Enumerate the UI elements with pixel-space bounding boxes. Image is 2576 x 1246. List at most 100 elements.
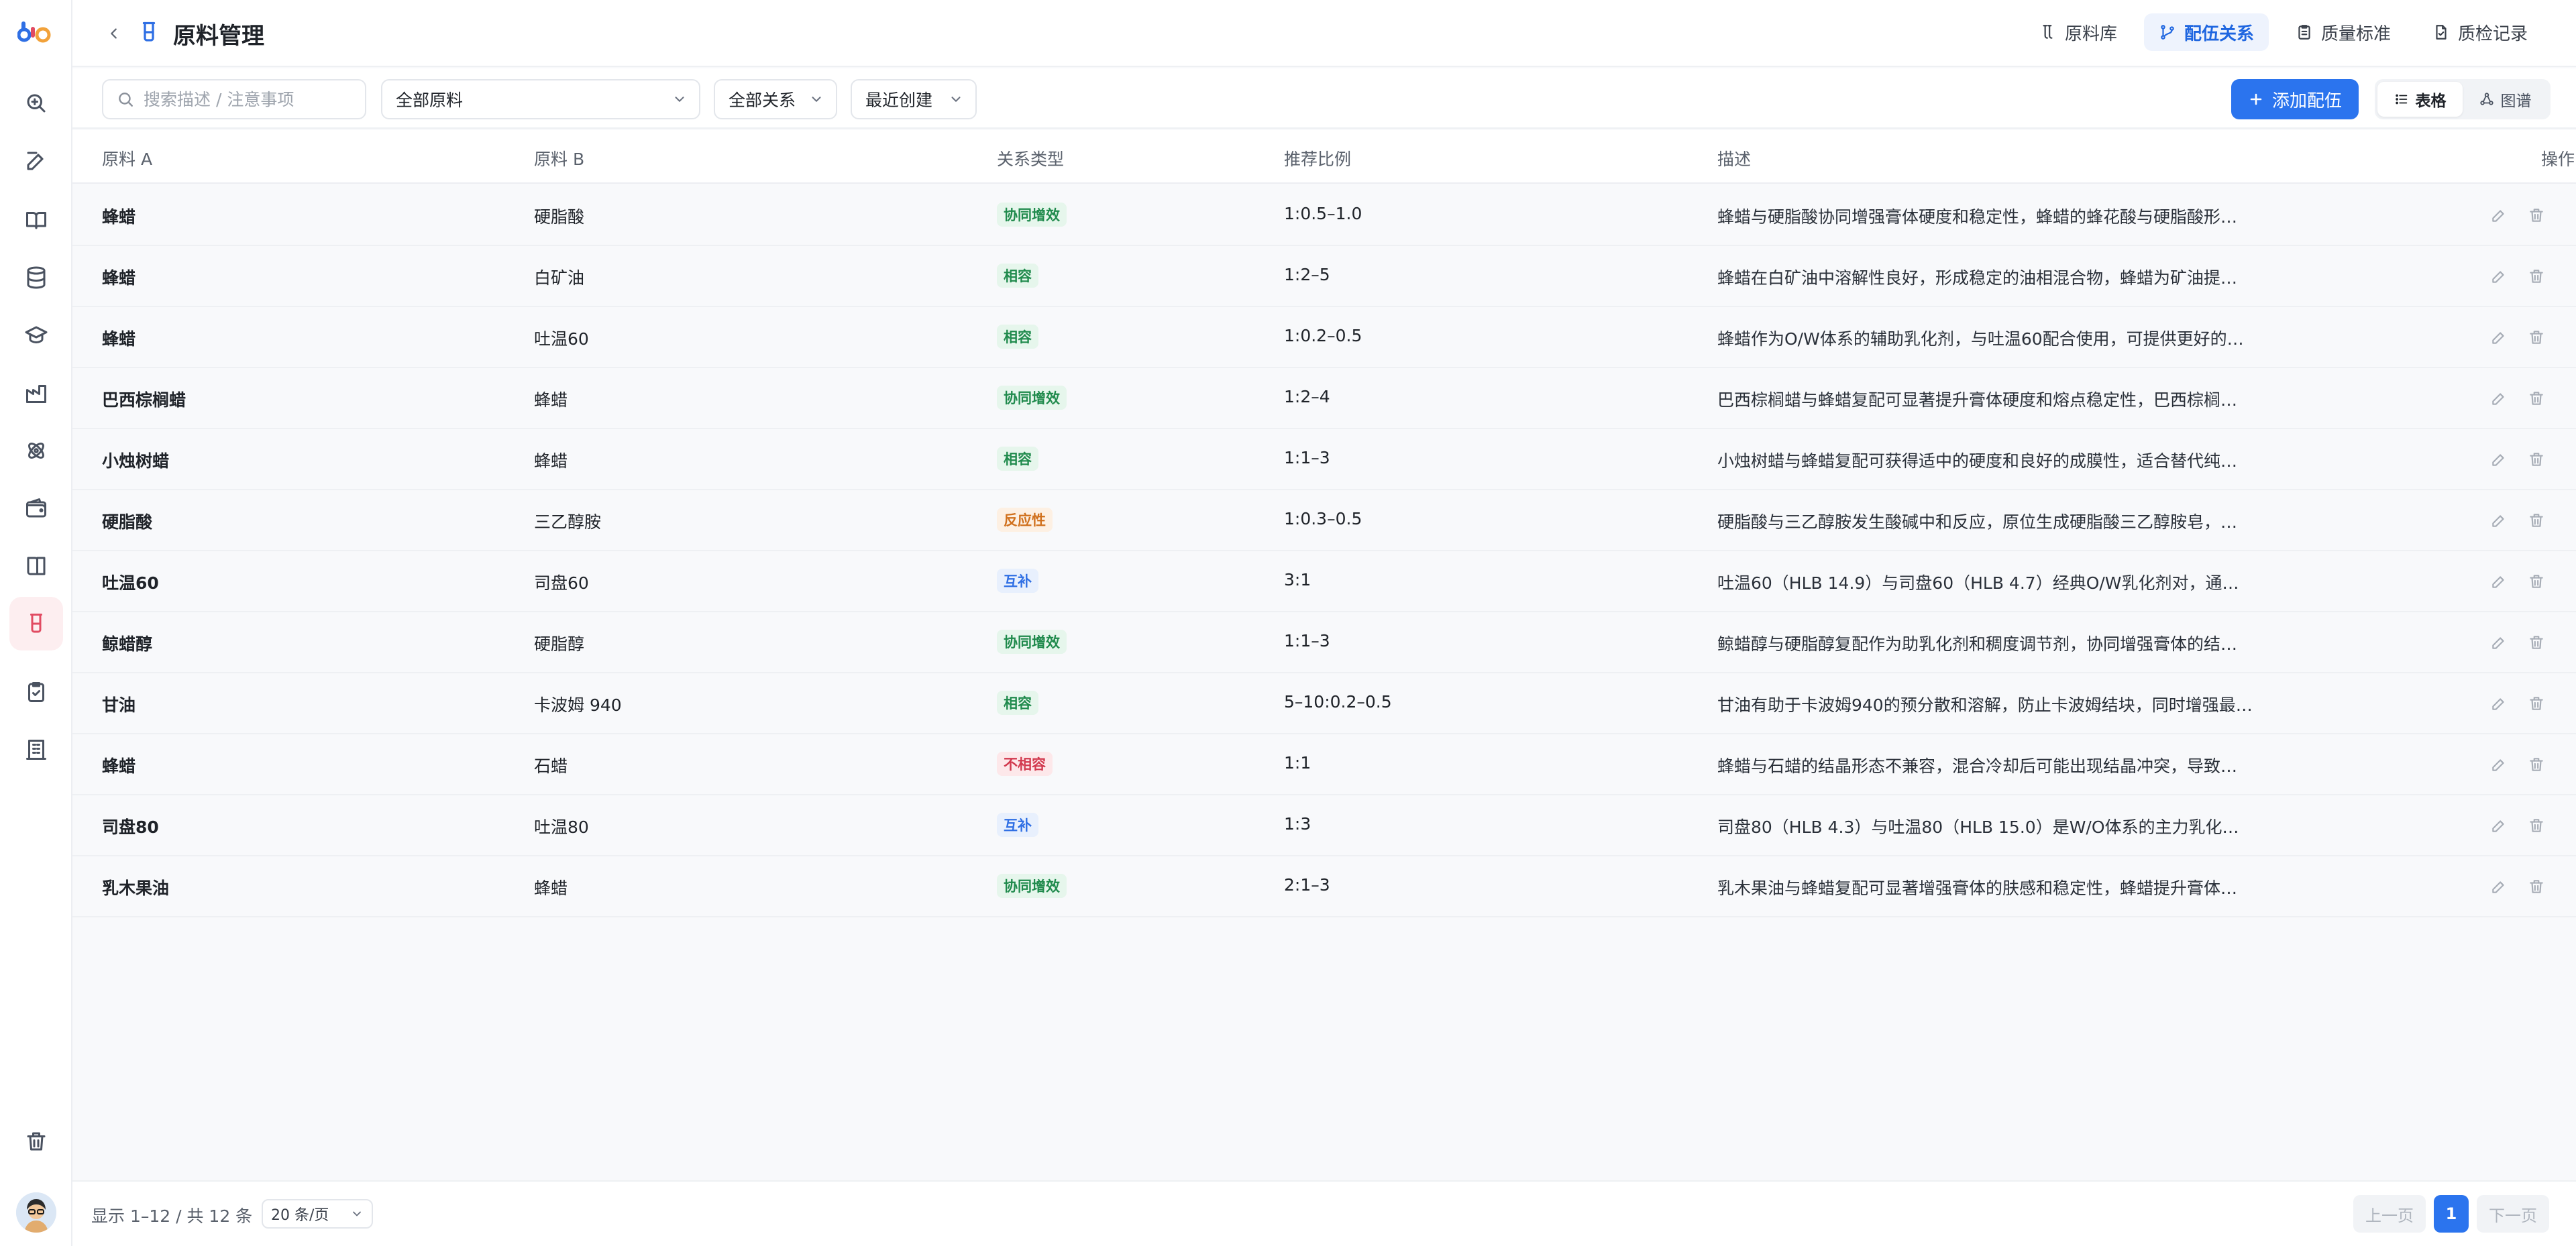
view-table-button[interactable]: 表格 [2377, 82, 2463, 117]
tab-compatibility[interactable]: 配伍关系 [2143, 13, 2269, 51]
relation-type-badge: 不相容 [997, 752, 1053, 776]
edit-row-button[interactable] [2487, 448, 2510, 471]
material-a-cell: 蜂蜡 [102, 329, 136, 349]
add-compatibility-button[interactable]: 添加配伍 [2231, 79, 2359, 119]
pencil-icon [2490, 329, 2508, 346]
table-row[interactable]: 司盘80 吐温80 互补 1:3 司盘80（HLB 4.3）与吐温80（HLB 15.0… [72, 795, 2576, 856]
page-size-select[interactable]: 20 条/页 [262, 1199, 373, 1229]
edit-row-button[interactable] [2487, 387, 2510, 410]
next-page-button[interactable]: 下一页 [2477, 1195, 2549, 1233]
page-number-button[interactable]: 1 [2434, 1195, 2469, 1233]
sidebar-item-checklist[interactable] [9, 665, 63, 719]
edit-row-button[interactable] [2487, 570, 2510, 593]
sidebar-item-materials[interactable] [9, 597, 63, 650]
clipboard-icon [2298, 25, 2310, 40]
page-title: 原料管理 [173, 23, 264, 50]
edit-row-button[interactable] [2487, 753, 2510, 776]
edit-row-button[interactable] [2487, 814, 2510, 837]
delete-row-button[interactable] [2525, 692, 2548, 715]
trash-icon [2528, 268, 2545, 285]
sidebar-item-trash[interactable] [9, 1115, 63, 1168]
edit-row-button[interactable] [2487, 204, 2510, 227]
table-row[interactable]: 乳木果油 蜂蜡 协同增效 2:1–3 乳木果油与蜂蜡复配可显著增强膏体的肤感和稳定性，蜂… [72, 856, 2576, 917]
description-cell: 司盘80（HLB 4.3）与吐温80（HLB 15.0）是W/O体系的主力乳化剂… [1717, 817, 2254, 837]
delete-row-button[interactable] [2525, 326, 2548, 349]
prev-page-button[interactable]: 上一页 [2353, 1195, 2426, 1233]
sidebar-item-building[interactable] [9, 723, 63, 777]
delete-row-button[interactable] [2525, 509, 2548, 532]
description-cell: 鲸蜡醇与硬脂醇复配作为助乳化剂和稠度调节剂，协同增强膏体的结晶网络和稳定性，改善… [1717, 634, 2254, 654]
edit-row-button[interactable] [2487, 265, 2510, 288]
pencil-icon [2490, 268, 2508, 285]
sidebar-item-edit[interactable] [9, 134, 63, 188]
table-row[interactable]: 甘油 卡波姆 940 相容 5–10:0.2–0.5 甘油有助于卡波姆940的预分散和溶… [72, 673, 2576, 734]
view-graph-label: 图谱 [2500, 93, 2532, 110]
chevron-down-icon [675, 97, 684, 102]
table-row[interactable]: 吐温60 司盘60 互补 3:1 吐温60（HLB 14.9）与司盘60（HLB 4.7… [72, 551, 2576, 612]
tab-inspection-records[interactable]: 质检记录 [2418, 13, 2542, 51]
sidebar-item-search[interactable] [9, 76, 63, 130]
sidebar-item-molecule[interactable] [9, 424, 63, 477]
column-header-ratio[interactable]: 推荐比例 [1284, 146, 1351, 170]
trash-icon [27, 1132, 46, 1151]
delete-row-button[interactable] [2525, 875, 2548, 898]
edit-row-button[interactable] [2487, 326, 2510, 349]
relation-filter-value: 全部关系 [729, 91, 796, 110]
trash-icon [2528, 695, 2545, 712]
app-logo[interactable] [17, 20, 52, 44]
delete-row-button[interactable] [2525, 631, 2548, 654]
table-row[interactable]: 蜂蜡 吐温60 相容 1:0.2–0.5 蜂蜡作为O/W体系的辅助乳化剂，与吐温60配合… [72, 307, 2576, 368]
factory-icon [26, 385, 46, 403]
delete-row-button[interactable] [2525, 265, 2548, 288]
table-row[interactable]: 蜂蜡 白矿油 相容 1:2–5 蜂蜡在白矿油中溶解性良好，形成稳定的油相混合物，蜂蜡为矿… [72, 246, 2576, 307]
avatar[interactable] [16, 1192, 56, 1233]
search-box[interactable] [102, 79, 366, 119]
sidebar-item-database[interactable] [9, 251, 63, 304]
description-cell: 硬脂酸与三乙醇胺发生酸碱中和反应，原位生成硬脂酸三乙醇胺皂，作为O/W乳化体系的… [1717, 512, 2254, 532]
table-body: 蜂蜡 硬脂酸 协同增效 1:0.5–1.0 蜂蜡与硬脂酸协同增强膏体硬度和稳定性，蜂蜡的… [72, 185, 2576, 917]
material-a-cell: 吐温60 [102, 573, 159, 593]
column-header-description[interactable]: 描述 [1717, 146, 1751, 170]
material-b-cell: 三乙醇胺 [534, 512, 602, 532]
delete-row-button[interactable] [2525, 753, 2548, 776]
sidebar-item-docs[interactable] [9, 539, 63, 593]
sidebar-item-wallet[interactable] [9, 482, 63, 535]
back-button[interactable] [101, 20, 127, 47]
pencil-icon [2490, 878, 2508, 895]
edit-row-button[interactable] [2487, 509, 2510, 532]
tab-quality-standard[interactable]: 质量标准 [2281, 13, 2406, 51]
material-filter-select[interactable]: 全部原料 [381, 79, 700, 119]
table-row[interactable]: 小烛树蜡 蜂蜡 相容 1:1–3 小烛树蜡与蜂蜡复配可获得适中的硬度和良好的成膜性，适合… [72, 429, 2576, 490]
search-input[interactable] [144, 89, 358, 109]
table-row[interactable]: 硬脂酸 三乙醇胺 反应性 1:0.3–0.5 硬脂酸与三乙醇胺发生酸碱中和反应，原位生成… [72, 490, 2576, 551]
delete-row-button[interactable] [2525, 570, 2548, 593]
table-row[interactable]: 蜂蜡 石蜡 不相容 1:1 蜂蜡与石蜡的结晶形态不兼容，混合冷却后可能出现结晶冲突，导致… [72, 734, 2576, 795]
column-header-material-a[interactable]: 原料 A [102, 146, 152, 170]
delete-row-button[interactable] [2525, 448, 2548, 471]
trash-icon [2528, 329, 2545, 346]
material-a-cell: 小烛树蜡 [102, 451, 170, 471]
delete-row-button[interactable] [2525, 814, 2548, 837]
delete-row-button[interactable] [2525, 204, 2548, 227]
tab-material-library[interactable]: 原料库 [2025, 13, 2132, 51]
sidebar-item-learning[interactable] [9, 308, 63, 362]
table-row[interactable]: 蜂蜡 硬脂酸 协同增效 1:0.5–1.0 蜂蜡与硬脂酸协同增强膏体硬度和稳定性，蜂蜡的… [72, 185, 2576, 246]
table-row[interactable]: 巴西棕榈蜡 蜂蜡 协同增效 1:2–4 巴西棕榈蜡与蜂蜡复配可显著提升膏体硬度和熔点稳定… [72, 368, 2576, 429]
delete-row-button[interactable] [2525, 387, 2548, 410]
description-cell: 小烛树蜡与蜂蜡复配可获得适中的硬度和良好的成膜性，适合替代纯蜂蜡体系的植物来源方… [1717, 451, 2254, 471]
edit-row-button[interactable] [2487, 692, 2510, 715]
sidebar-item-factory[interactable] [9, 366, 63, 420]
trash-icon [2528, 878, 2545, 895]
column-header-material-b[interactable]: 原料 B [534, 146, 584, 170]
column-header-relation-type[interactable]: 关系类型 [997, 146, 1064, 170]
sidebar-item-book[interactable] [9, 193, 63, 247]
main-content: 原料管理 原料库 配伍关系 质量标准 质检记录 搜索描述 / 注意事项 全部原料… [72, 0, 2576, 1246]
edit-row-button[interactable] [2487, 875, 2510, 898]
view-graph-button[interactable]: 图谱 [2463, 82, 2548, 117]
table-row[interactable]: 鲸蜡醇 硬脂醇 协同增效 1:1–3 鲸蜡醇与硬脂醇复配作为助乳化剂和稠度调节剂，协同增… [72, 612, 2576, 673]
material-b-cell: 吐温60 [534, 329, 589, 349]
sort-select[interactable]: 最近创建 [851, 79, 977, 119]
edit-row-button[interactable] [2487, 631, 2510, 654]
pencil-icon [2490, 573, 2508, 590]
relation-filter-select[interactable]: 全部关系 [714, 79, 837, 119]
